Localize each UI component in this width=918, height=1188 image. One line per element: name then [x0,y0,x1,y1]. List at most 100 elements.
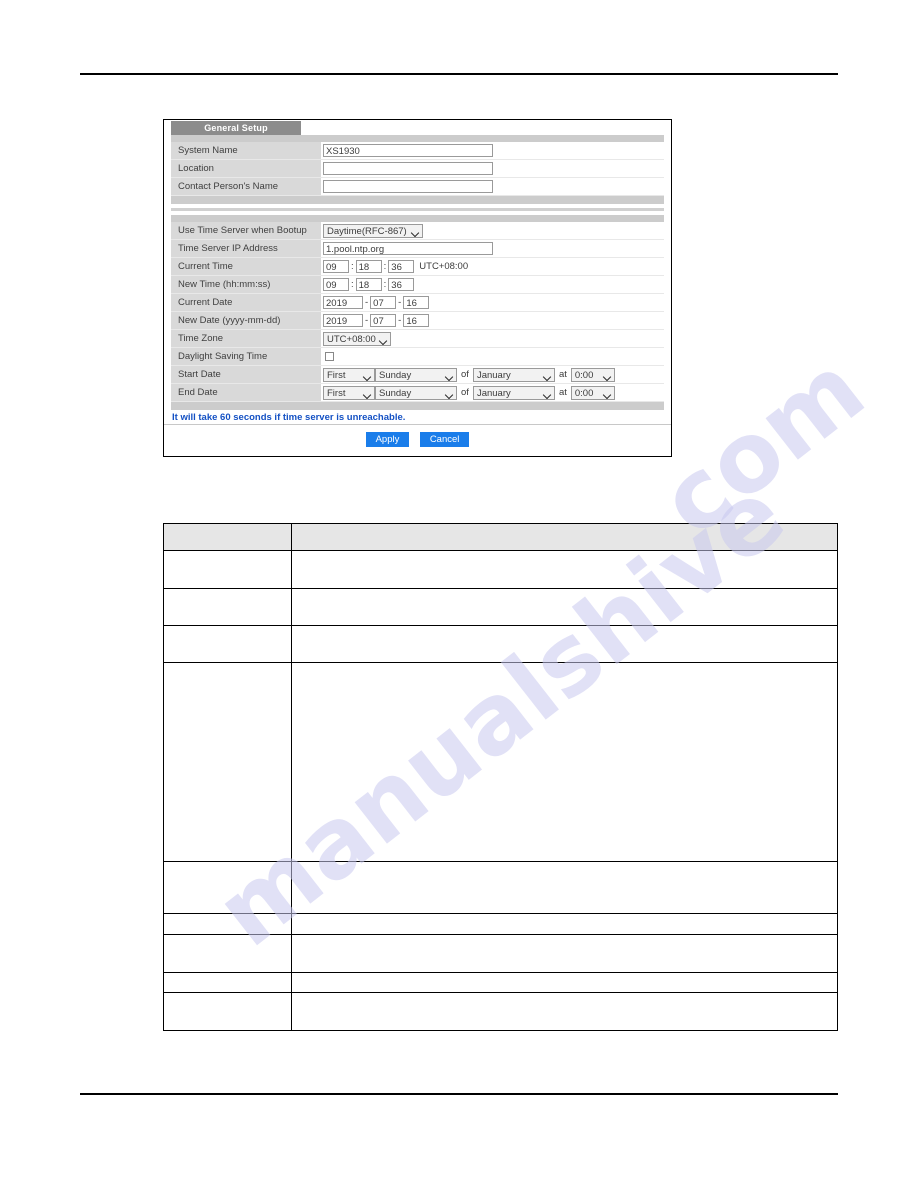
current-date-sep-1: - [365,297,369,308]
new-time-sep-1: : [351,279,354,290]
label-location: Location [171,160,321,177]
new-date-sep-2: - [398,315,402,326]
contact-person-input[interactable] [323,180,493,193]
row-location: Location [171,160,664,178]
page-footer-rule [80,1093,838,1095]
field-description-table [163,523,838,1031]
end-date-at-label: at [558,387,567,398]
label-time-zone: Time Zone [171,330,321,347]
new-time-second-input[interactable]: 36 [388,278,415,291]
row-system-name: System Name XS1930 [171,142,664,160]
value-system-name: XS1930 [321,142,664,159]
panel-button-bar: Apply Cancel [164,425,671,447]
label-contact-person: Contact Person's Name [171,178,321,195]
value-new-time: 09 : 18 : 36 [321,276,664,293]
table-cell-label [163,550,292,589]
time-server-ip-input[interactable]: 1.pool.ntp.org [323,242,493,255]
table-body [163,550,838,1031]
end-date-hour-select[interactable]: 0:00 [570,385,615,400]
row-time-zone: Time Zone UTC+08:00 [171,330,664,348]
general-section-top-band [171,135,664,142]
table-cell-label [163,972,292,993]
table-cell-label [163,861,292,914]
end-date-weekday-select[interactable]: Sunday [375,385,457,400]
end-date-of-label: of [461,387,469,398]
table-cell-description [291,934,838,973]
end-date-ordinal-select[interactable]: First [323,385,375,400]
start-date-weekday-select[interactable]: Sunday [375,367,457,382]
cancel-button[interactable]: Cancel [419,432,470,447]
start-date-of-label: of [461,369,469,380]
table-cell-label [163,662,292,862]
row-end-date: End Date First Sunday of January at 0:00 [171,384,664,402]
row-new-date: New Date (yyyy-mm-dd) 2019 - 07 - 16 [171,312,664,330]
table-cell-description [291,972,838,993]
value-use-time-server: Daytime(RFC-867) [321,222,664,239]
table-cell-description [291,550,838,589]
start-date-ordinal-select[interactable]: First [323,367,375,382]
start-date-at-label: at [558,369,567,380]
value-daylight-saving [321,348,664,365]
table-cell-description [291,588,838,626]
row-new-time: New Time (hh:mm:ss) 09 : 18 : 36 [171,276,664,294]
system-name-input[interactable]: XS1930 [323,144,493,157]
value-new-date: 2019 - 07 - 16 [321,312,664,329]
use-time-server-select[interactable]: Daytime(RFC-867) [323,223,423,238]
row-use-time-server: Use Time Server when Bootup Daytime(RFC-… [171,222,664,240]
value-time-zone: UTC+08:00 [321,330,664,347]
table-row [163,662,838,862]
table-row [163,861,838,914]
table-row [163,913,838,935]
label-use-time-server: Use Time Server when Bootup [171,222,321,239]
location-input[interactable] [323,162,493,175]
time-section-bottom-band [171,402,664,410]
table-header-row [163,523,838,551]
label-time-server-ip: Time Server IP Address [171,240,321,257]
table-row [163,934,838,973]
apply-button[interactable]: Apply [365,432,410,447]
table-header-label-col [163,523,292,551]
current-time-hour: 09 [323,260,349,273]
row-current-date: Current Date 2019 - 07 - 16 [171,294,664,312]
table-cell-label [163,992,292,1031]
time-zone-select[interactable]: UTC+08:00 [323,331,391,346]
current-time-minute: 18 [355,260,382,273]
time-section-top-band [171,215,664,222]
label-current-date: Current Date [171,294,321,311]
value-end-date: First Sunday of January at 0:00 [321,384,664,401]
tab-general-setup[interactable]: General Setup [171,121,301,135]
table-row [163,625,838,663]
value-location [321,160,664,177]
table-row [163,588,838,626]
row-current-time: Current Time 09 : 18 : 36 UTC+08:00 [171,258,664,276]
general-setup-panel: General Setup System Name XS1930 Locatio… [163,119,672,457]
time-section: Use Time Server when Bootup Daytime(RFC-… [171,215,664,410]
daylight-saving-checkbox[interactable] [325,352,334,361]
table-row [163,992,838,1031]
new-date-year-input[interactable]: 2019 [323,314,363,327]
table-cell-description [291,913,838,935]
table-cell-description [291,625,838,663]
table-cell-label [163,913,292,935]
general-section-bottom-band [171,196,664,204]
start-date-hour-select[interactable]: 0:00 [570,367,615,382]
table-cell-description [291,662,838,862]
table-row [163,972,838,993]
table-cell-label [163,934,292,973]
current-date-month: 07 [370,296,397,309]
new-date-day-input[interactable]: 16 [403,314,430,327]
current-date-sep-2: - [398,297,402,308]
start-date-month-select[interactable]: January [472,367,555,382]
table-head [163,523,838,551]
new-time-minute-input[interactable]: 18 [355,278,382,291]
current-time-second: 36 [388,260,415,273]
table-row [163,550,838,589]
label-system-name: System Name [171,142,321,159]
new-date-month-input[interactable]: 07 [370,314,397,327]
row-time-server-ip: Time Server IP Address 1.pool.ntp.org [171,240,664,258]
current-time-sep-2: : [383,261,387,272]
label-start-date: Start Date [171,366,321,383]
time-server-note: It will take 60 seconds if time server i… [164,410,671,425]
end-date-month-select[interactable]: January [472,385,555,400]
new-time-hour-input[interactable]: 09 [323,278,349,291]
